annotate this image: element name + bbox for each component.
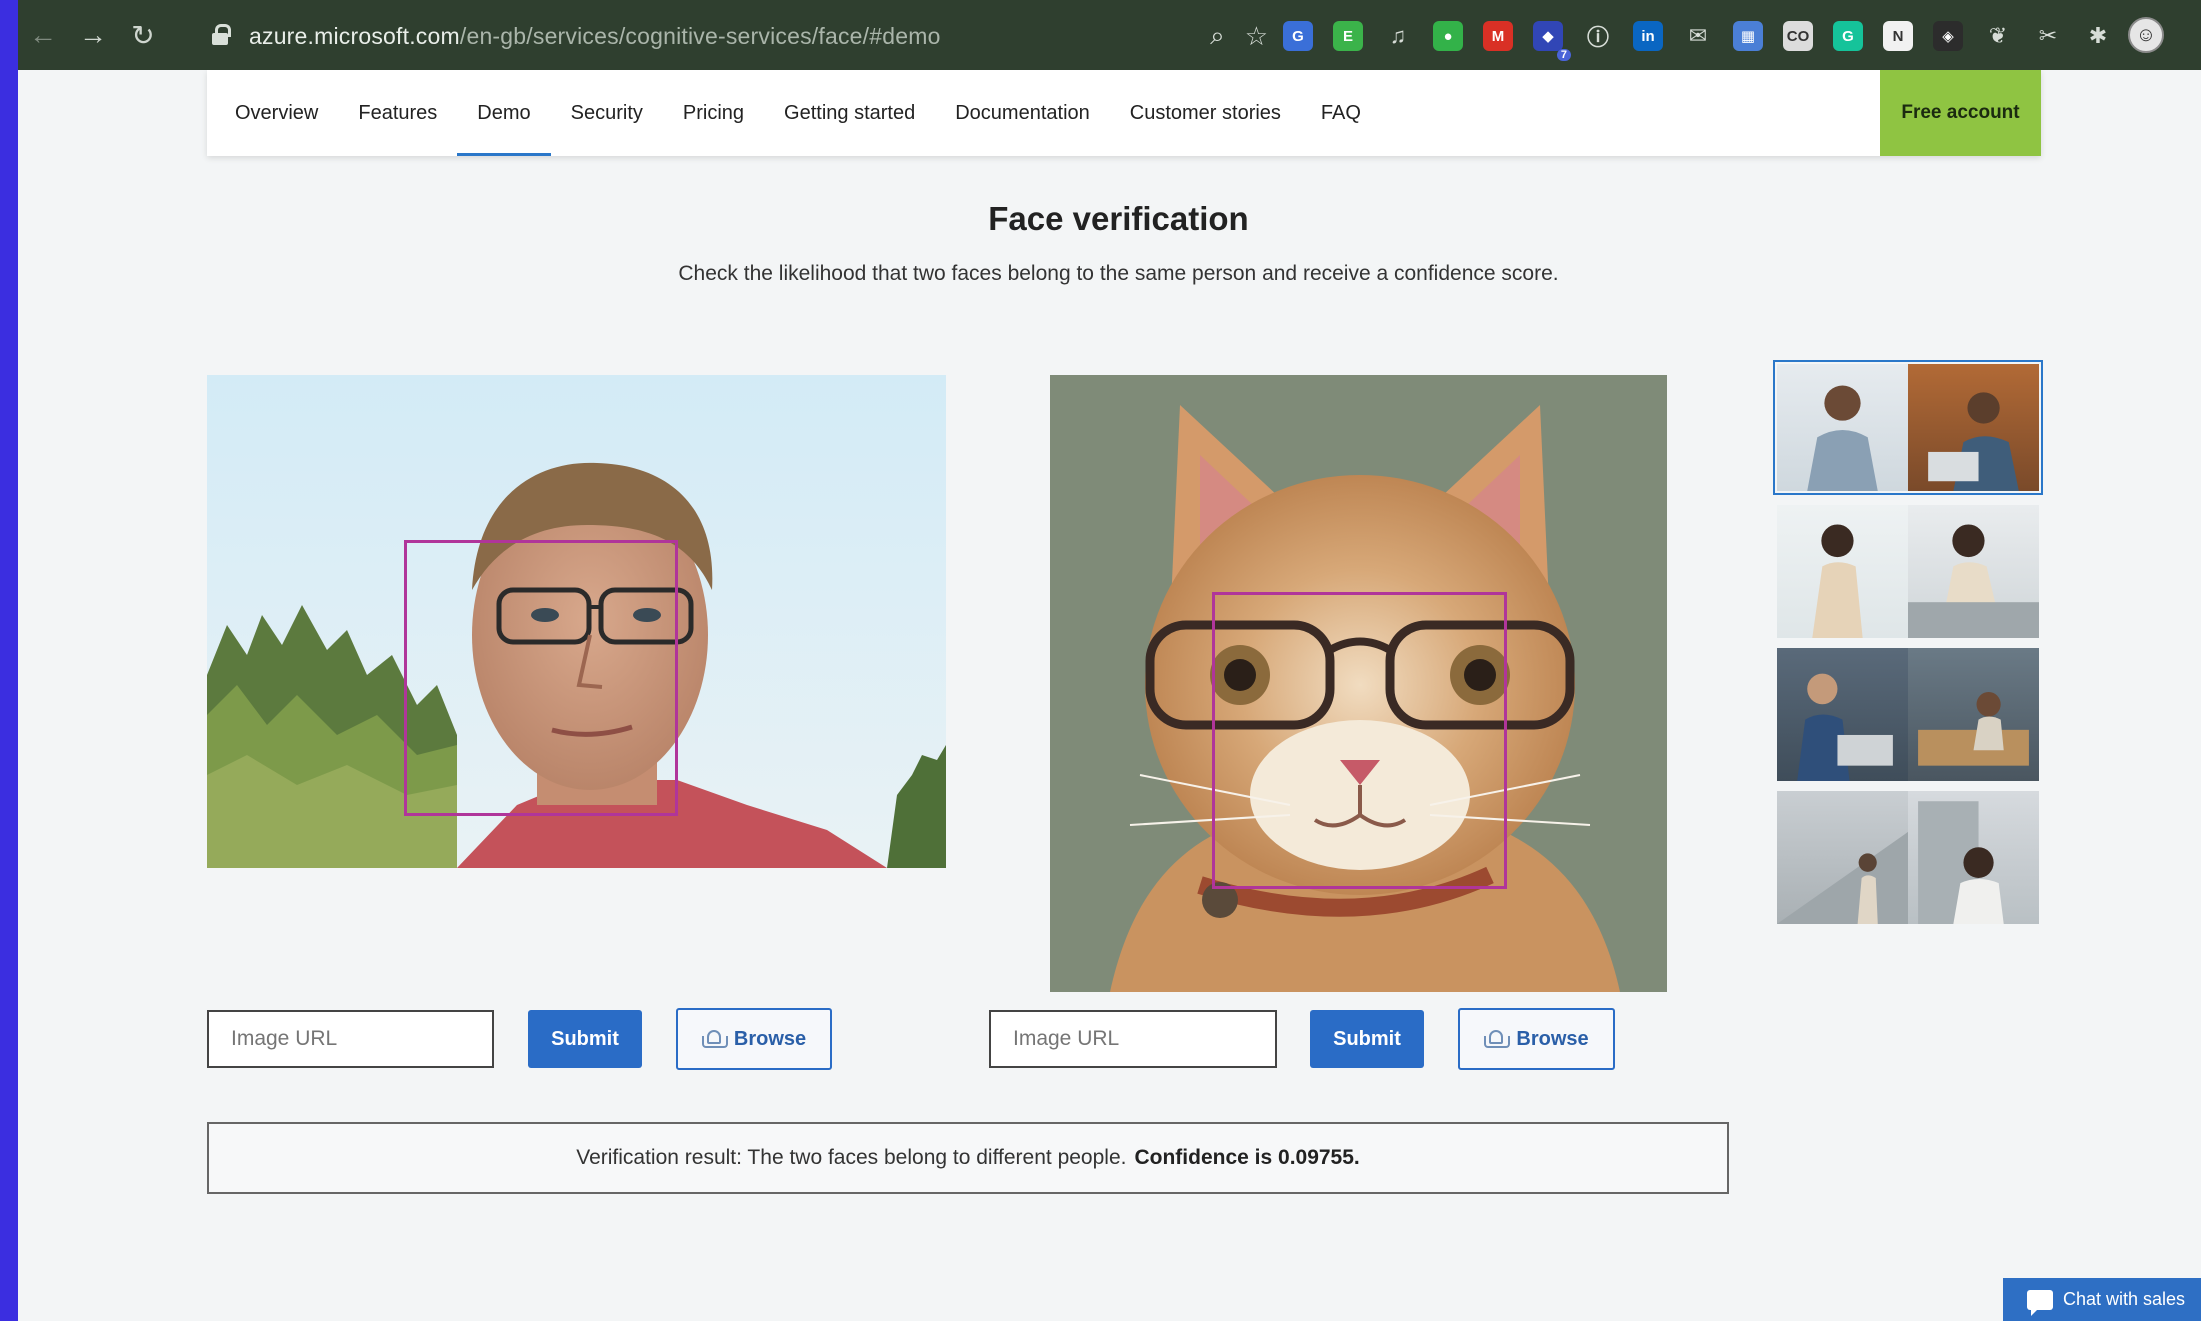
co-icon[interactable]: CO [1783,21,1813,51]
left-browse-label: Browse [733,1027,807,1050]
result-text: Verification result: The two faces belon… [576,1146,1127,1169]
extension-badge-icon[interactable]: ◆ 7 [1533,21,1571,61]
left-face-box [404,540,678,816]
chat-icon [2027,1289,2053,1316]
sample-thumbnail-2[interactable] [1777,505,2039,638]
extension-count-badge: 7 [1556,49,1571,61]
thumb-sofa-icon [1918,691,2029,766]
back-icon[interactable]: ← [18,0,68,70]
shield-ext-glyph: ◈ [1942,28,1954,45]
chat-with-sales-button[interactable]: Chat with sales [2003,1278,2201,1321]
feather-icon[interactable]: ❦ [1983,21,2013,51]
evernote-icon[interactable]: E [1333,21,1363,51]
right-browse-label: Browse [1516,1027,1589,1050]
headphones-icon[interactable]: ♫ [1383,21,1413,51]
linkedin-glyph: in [1641,27,1655,45]
grammarly-glyph: G [1842,27,1854,45]
zoom-icon[interactable]: ⌕ [1210,20,1225,52]
confidence-score: Confidence is 0.09755. [1134,1146,1360,1169]
extension-badge-glyph: ◆ [1542,28,1554,45]
co-glyph: CO [1786,27,1810,45]
thumb-person-icon [1908,524,2039,638]
sample-thumbnail-1[interactable] [1773,360,2043,495]
translate-glyph: G [1292,27,1304,45]
browser-toolbar: ← → ↻ azure.microsoft.com/en-gb/services… [18,0,2201,70]
section-nav: Overview Features Demo Security Pricing Getti… [207,70,2041,156]
left-face-image [207,375,946,868]
thumb-person-icon [1812,524,1863,638]
url-text: azure.microsoft.com/en-gb/services/cogni… [249,22,941,49]
free-account-button[interactable]: Free account [1880,70,2041,156]
evernote-glyph: E [1342,27,1353,45]
right-browse-button[interactable]: Browse [1458,1008,1615,1070]
mail-glyph: ✉ [1688,23,1708,48]
notion-glyph: N [1892,27,1904,45]
calendar-glyph: ▦ [1740,28,1756,45]
address-bar[interactable]: azure.microsoft.com/en-gb/services/cogni… [193,12,1268,60]
profile-avatar[interactable]: ☺ [2128,17,2164,53]
circle-i-icon[interactable]: ⓘ [1583,21,1613,51]
lock-icon [211,24,231,48]
tab-overview[interactable]: Overview [215,70,338,156]
left-submit-button[interactable]: Submit [528,1010,642,1068]
gmail-icon[interactable]: M [1483,21,1513,51]
thumb-person-icon [1918,801,2004,924]
bookmark-star-icon[interactable]: ☆ [1245,21,1268,52]
gmail-glyph: M [1491,27,1505,45]
linkedin-icon[interactable]: in [1633,21,1663,51]
shield-ext-icon[interactable]: ◈ [1933,21,1963,51]
thumb-person-icon [1797,673,1893,781]
page-subtitle: Check the likelihood that two faces belo… [678,262,1559,285]
sample-image-list [1773,360,2043,934]
puzzle-icon[interactable]: ✱ [2083,21,2113,51]
tab-demo[interactable]: Demo [457,70,552,156]
verification-result: Verification result: The two faces belon… [207,1122,1729,1194]
upload-icon [701,1030,728,1048]
chat-label: Chat with sales [2063,1289,2186,1309]
page-content: Overview Features Demo Security Pricing Getti… [18,70,2201,1321]
left-browse-button[interactable]: Browse [676,1008,832,1070]
grammarly-icon[interactable]: G [1833,21,1863,51]
sample-thumbnail-4[interactable] [1777,791,2039,924]
extensions-bar: G E ♫ ● M ◆ 7 ⓘ in ✉ ▦ CO G N ◈ ❦ ✂ ✱ [1283,18,2113,61]
upload-icon [1484,1030,1511,1048]
thumb-person-icon [1807,385,1878,491]
thumb-person-icon [1777,831,1908,924]
tab-getting-started[interactable]: Getting started [764,70,935,156]
right-face-box [1212,592,1507,889]
circle-i-glyph: ⓘ [1586,25,1609,50]
right-submit-button[interactable]: Submit [1310,1010,1424,1068]
right-image-url-input[interactable] [989,1010,1277,1068]
profile-avatar-icon: ☺ [2128,17,2164,53]
tab-pricing[interactable]: Pricing [663,70,764,156]
right-face-image [1050,375,1667,992]
mail-icon[interactable]: ✉ [1683,21,1713,51]
tab-features[interactable]: Features [338,70,457,156]
green-dot-glyph: ● [1443,27,1453,45]
tab-security[interactable]: Security [551,70,663,156]
translate-icon[interactable]: G [1283,21,1313,51]
forward-icon[interactable]: → [68,0,118,70]
headphones-glyph: ♫ [1389,23,1407,48]
green-dot-icon[interactable]: ● [1433,21,1463,51]
puzzle-glyph: ✱ [2088,23,2108,48]
pin-icon[interactable]: ✂ [2033,21,2063,51]
left-image-url-input[interactable] [207,1010,494,1068]
reload-icon[interactable]: ↻ [118,0,168,70]
tab-documentation[interactable]: Documentation [935,70,1110,156]
tab-customer-stories[interactable]: Customer stories [1110,70,1301,156]
calendar-icon[interactable]: ▦ [1733,21,1763,51]
tab-faq[interactable]: FAQ [1301,70,1381,156]
thumb-laptop-icon [1928,392,2019,491]
pin-glyph: ✂ [2038,23,2058,48]
notion-icon[interactable]: N [1883,21,1913,51]
feather-glyph: ❦ [1988,23,2008,48]
sample-thumbnail-3[interactable] [1777,648,2039,781]
page-title: Face verification [988,200,1249,237]
